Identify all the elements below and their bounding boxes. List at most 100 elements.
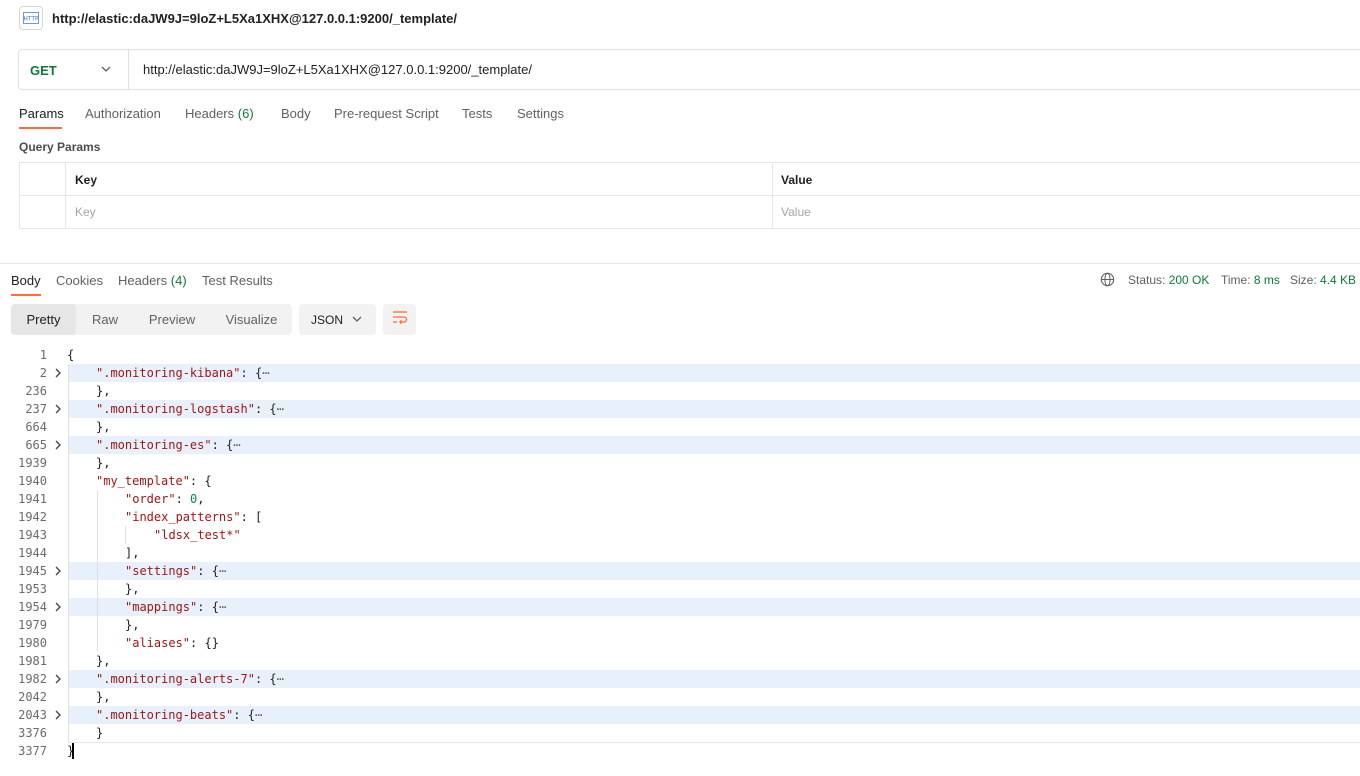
line-number: 2: [39, 366, 47, 380]
line-number: 1943: [18, 528, 47, 542]
chevron-right-icon[interactable]: [54, 673, 62, 688]
response-size[interactable]: Size: 4.4 KB: [1290, 273, 1356, 287]
tab-count: (6): [237, 106, 254, 121]
tab-settings[interactable]: Settings: [517, 106, 564, 121]
ellipsis-icon: ⋯: [218, 600, 227, 614]
code-text: ".monitoring-kibana": {⋯: [96, 366, 269, 380]
code-line: 1939},: [0, 454, 1360, 472]
code-text: },: [125, 618, 139, 632]
punctuation: : {: [254, 402, 277, 416]
tab-authorization[interactable]: Authorization: [85, 106, 161, 121]
punctuation: }: [96, 726, 104, 740]
code-text: ],: [125, 546, 139, 560]
code-line: 2042},: [0, 688, 1360, 706]
tab-tests[interactable]: Tests: [462, 106, 492, 121]
active-tab-indicator: [19, 127, 62, 129]
code-line: 2 ".monitoring-kibana": {⋯: [0, 364, 1360, 382]
url-input[interactable]: http://elastic:daJW9J=9loZ+L5Xa1XHX@127.…: [143, 62, 532, 77]
code-line: 3376}: [0, 724, 1360, 742]
json-key: ".monitoring-logstash": [96, 402, 255, 416]
punctuation: },: [96, 456, 111, 470]
param-value-input[interactable]: Value: [781, 205, 811, 219]
punctuation: },: [96, 420, 111, 434]
response-status[interactable]: Status: 200 OK: [1128, 273, 1209, 287]
tab-headers[interactable]: Headers (6): [185, 106, 254, 121]
tab-label: Headers: [185, 106, 235, 121]
json-key: "aliases": [125, 636, 191, 650]
json-key: "mappings": [125, 600, 198, 614]
chevron-right-icon[interactable]: [54, 565, 62, 580]
editor-bottom-border: [68, 742, 1360, 743]
format-select[interactable]: JSON: [299, 304, 376, 335]
view-preview-button[interactable]: Preview: [144, 304, 200, 335]
code-line: 665 ".monitoring-es": {⋯: [0, 436, 1360, 454]
tab-label: Test Results: [202, 273, 273, 288]
code-line: 1979},: [0, 616, 1360, 634]
line-number: 2042: [18, 690, 47, 704]
line-number: 236: [25, 384, 47, 398]
code-text: "settings": {⋯: [125, 564, 226, 578]
tab-label: Cookies: [56, 273, 103, 288]
tab-response-body[interactable]: Body: [11, 273, 41, 288]
line-number: 664: [25, 420, 47, 434]
tab-pre-request-script[interactable]: Pre-request Script: [334, 106, 439, 121]
time-value: 8 ms: [1253, 273, 1280, 287]
line-number: 1954: [18, 600, 47, 614]
table-divider: [20, 195, 1360, 196]
tab-response-headers[interactable]: Headers (4): [118, 273, 187, 288]
indent-guide: [125, 526, 126, 544]
code-line: 2043 ".monitoring-beats": {⋯: [0, 706, 1360, 724]
line-number: 665: [25, 438, 47, 452]
code-line: 1942 "index_patterns": [: [0, 508, 1360, 526]
request-title[interactable]: http://elastic:daJW9J=9loZ+L5Xa1XHX@127.…: [52, 11, 457, 26]
chevron-right-icon[interactable]: [54, 439, 62, 454]
json-key: ".monitoring-alerts-7": [96, 672, 255, 686]
wrap-lines-icon: [392, 310, 408, 329]
response-body-editor[interactable]: 1{2 ".monitoring-kibana": {⋯ 236}, 237 ".mon…: [0, 346, 1360, 760]
punctuation: : [: [240, 510, 263, 524]
view-visualize-button[interactable]: Visualize: [223, 304, 280, 335]
line-highlight: [68, 562, 1360, 580]
format-label: JSON: [311, 313, 344, 327]
tab-cookies[interactable]: Cookies: [56, 273, 103, 288]
column-header-key: Key: [75, 173, 98, 187]
view-raw-button[interactable]: Raw: [86, 304, 124, 335]
tab-label: Body: [11, 273, 41, 288]
tab-label: Params: [19, 106, 64, 121]
punctuation: : {: [189, 474, 212, 488]
size-label: Size:: [1290, 273, 1317, 287]
column-header-value: Value: [781, 173, 813, 187]
ellipsis-icon: ⋯: [262, 366, 270, 380]
pane-divider[interactable]: [0, 263, 1360, 264]
chevron-right-icon[interactable]: [54, 403, 62, 418]
view-pretty-button[interactable]: Pretty: [11, 304, 76, 335]
line-number: 3376: [18, 726, 47, 740]
line-number: 2043: [18, 708, 47, 722]
globe-icon[interactable]: [1100, 272, 1115, 292]
method-select[interactable]: GET: [30, 63, 57, 78]
time-label: Time:: [1221, 273, 1251, 287]
line-number: 1939: [18, 456, 47, 470]
tab-label: Pre-request Script: [334, 106, 439, 121]
tab-body[interactable]: Body: [281, 106, 311, 121]
code-text: },: [96, 456, 110, 470]
code-text: },: [96, 420, 110, 434]
json-key: ".monitoring-kibana": [96, 366, 241, 380]
code-line: 1943 "ldsx_test*": [0, 526, 1360, 544]
tab-params[interactable]: Params: [19, 106, 64, 121]
chevron-right-icon[interactable]: [54, 601, 62, 616]
code-line: 1941 "order": 0,: [0, 490, 1360, 508]
ellipsis-icon: ⋯: [276, 672, 284, 686]
chevron-right-icon[interactable]: [54, 709, 62, 724]
response-time[interactable]: Time: 8 ms: [1221, 273, 1280, 287]
line-number: 1942: [18, 510, 47, 524]
wrap-lines-button[interactable]: [383, 304, 416, 335]
param-key-input[interactable]: Key: [75, 205, 96, 219]
chevron-down-icon[interactable]: [100, 62, 112, 81]
chevron-right-icon[interactable]: [54, 367, 62, 382]
code-line: 1{: [0, 346, 1360, 364]
tab-test-results[interactable]: Test Results: [202, 273, 273, 288]
query-params-table: Key Value Key Value: [19, 162, 1360, 229]
json-key: "order": [125, 492, 176, 506]
tab-count: (4): [170, 273, 187, 288]
